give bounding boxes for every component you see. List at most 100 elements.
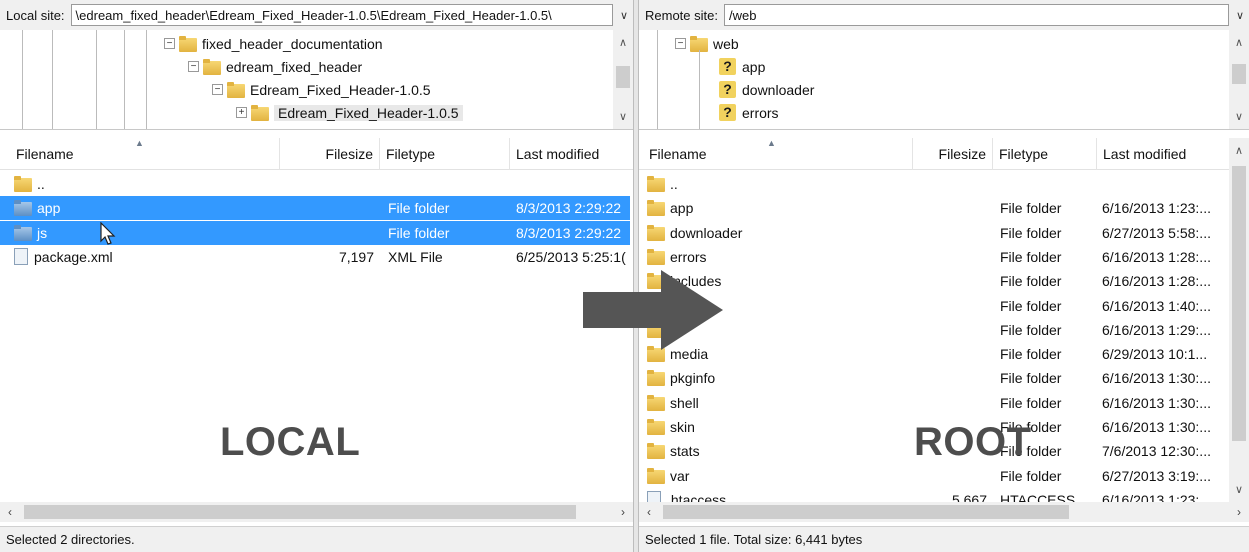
tree-guide-line: [96, 30, 97, 129]
local-tree-scrollbar[interactable]: ∧ ∨: [613, 30, 633, 129]
file-modified-cell: 6/16/2013 1:23:...: [1102, 491, 1211, 503]
file-row[interactable]: includes File folder 6/16/2013 1:28:...: [639, 269, 1229, 293]
folder-icon: [647, 176, 665, 192]
file-name: ..: [37, 176, 45, 192]
file-row[interactable]: shell File folder 6/16/2013 1:30:...: [639, 391, 1229, 415]
column-filesize[interactable]: Filesize: [280, 138, 380, 170]
chevron-down-icon[interactable]: ∨: [1229, 481, 1249, 499]
scroll-thumb[interactable]: [663, 505, 1069, 519]
folder-icon: [647, 224, 665, 241]
tree-item-label: Edream_Fixed_Header-1.0.5: [250, 81, 431, 98]
tree-item-fixed-header-documentation[interactable]: − fixed_header_documentation: [164, 32, 383, 55]
file-type-cell: File folder: [1000, 370, 1062, 387]
file-modified-cell: 6/16/2013 1:23:...: [1102, 200, 1211, 217]
local-overlay-label: LOCAL: [220, 420, 361, 464]
chevron-down-icon[interactable]: ∨: [1231, 9, 1249, 22]
file-row[interactable]: File folder 6/16/2013 1:40:...: [639, 294, 1229, 318]
chevron-left-icon[interactable]: ‹: [0, 502, 20, 522]
file-name-cell: skin: [647, 415, 907, 439]
file-row[interactable]: libFile folder6/16/2013 1:29:...: [639, 318, 1229, 342]
local-site-path-text: \edream_fixed_header\Edream_Fixed_Header…: [75, 7, 552, 23]
file-type-cell: File folder: [1000, 394, 1062, 411]
chevron-down-icon[interactable]: ∨: [615, 9, 633, 22]
folder-icon: [251, 104, 269, 121]
collapse-icon[interactable]: −: [675, 38, 686, 49]
tree-item-downloader[interactable]: ? downloader: [719, 78, 814, 101]
chevron-right-icon[interactable]: ›: [613, 502, 633, 522]
collapse-icon[interactable]: −: [188, 61, 199, 72]
remote-tree-scrollbar[interactable]: ∧ ∨: [1229, 30, 1249, 129]
tree-guide-line: [699, 50, 700, 129]
chevron-down-icon[interactable]: ∨: [1229, 108, 1249, 126]
scroll-thumb[interactable]: [1232, 166, 1246, 441]
tree-item-edream-fixed-header-105-selected[interactable]: + Edream_Fixed_Header-1.0.5: [236, 101, 463, 124]
file-row[interactable]: package.xml 7,197 XML File 6/25/2013 5:25:1…: [0, 245, 630, 269]
question-icon: ?: [719, 81, 736, 98]
chevron-up-icon[interactable]: ∧: [1229, 142, 1249, 160]
remote-site-path-input[interactable]: /web: [723, 4, 1229, 26]
column-last-modified[interactable]: Last modified: [510, 138, 633, 170]
expand-icon[interactable]: +: [236, 107, 247, 118]
tree-item-label: app: [742, 58, 766, 75]
file-row[interactable]: ..: [639, 172, 1229, 196]
file-name: app: [37, 200, 61, 217]
status-text: Selected 1 file. Total size: 6,441 bytes: [645, 532, 863, 547]
file-name-cell: downloader: [647, 221, 907, 245]
scroll-thumb[interactable]: [1232, 64, 1246, 84]
remote-list-scrollbar[interactable]: ∧ ∨: [1229, 138, 1249, 503]
column-filetype[interactable]: Filetype: [380, 138, 510, 170]
remote-list-header: ▲ Filename Filesize Filetype Last modifi…: [639, 138, 1249, 170]
column-last-modified[interactable]: Last modified: [1097, 138, 1227, 170]
tree-item-web[interactable]: − web: [675, 32, 739, 55]
local-horizontal-scrollbar[interactable]: ‹ ›: [0, 502, 633, 522]
file-row[interactable]: js File folder 8/3/2013 2:29:22: [0, 220, 630, 245]
file-name: package.xml: [34, 248, 113, 265]
file-row[interactable]: app File folder 6/16/2013 1:23:...: [639, 196, 1229, 220]
column-filetype[interactable]: Filetype: [993, 138, 1097, 170]
scroll-thumb[interactable]: [24, 505, 576, 519]
chevron-right-icon[interactable]: ›: [1229, 502, 1249, 522]
chevron-up-icon[interactable]: ∧: [613, 34, 633, 52]
remote-overlay-label: ROOT: [914, 420, 1032, 464]
column-filesize[interactable]: Filesize: [913, 138, 993, 170]
collapse-icon[interactable]: −: [164, 38, 175, 49]
file-row[interactable]: .htaccess 5,667 HTACCESS 6/16/2013 1:23:...: [639, 488, 1229, 503]
file-name: app: [670, 200, 694, 217]
tree-item-label: web: [713, 35, 739, 52]
column-filename[interactable]: Filename: [10, 138, 280, 170]
file-type-cell: File folder: [1000, 224, 1062, 241]
column-filename[interactable]: Filename: [643, 138, 913, 170]
file-type-cell: File folder: [1000, 200, 1062, 217]
file-row[interactable]: downloader File folder 6/27/2013 5:58:...: [639, 221, 1229, 245]
collapse-icon[interactable]: −: [212, 84, 223, 95]
folder-icon: [203, 58, 221, 75]
scroll-thumb[interactable]: [616, 66, 630, 88]
tree-guide-line: [657, 30, 658, 129]
file-row[interactable]: ..: [0, 172, 630, 196]
file-row[interactable]: app File folder 8/3/2013 2:29:22: [0, 196, 630, 221]
file-name-cell: var: [647, 464, 907, 488]
tree-item-label: downloader: [742, 81, 815, 98]
tree-guide-line: [22, 30, 23, 129]
file-name: js: [37, 224, 48, 241]
chevron-down-icon[interactable]: ∨: [613, 108, 633, 126]
column-label: Filename: [16, 146, 74, 162]
column-label: Last modified: [516, 146, 600, 162]
local-site-path-input[interactable]: \edream_fixed_header\Edream_Fixed_Header…: [70, 4, 613, 26]
file-modified-cell: 6/16/2013 1:29:...: [1102, 321, 1211, 338]
file-row[interactable]: var File folder 6/27/2013 3:19:...: [639, 464, 1229, 488]
file-row[interactable]: media File folder 6/29/2013 10:1...: [639, 342, 1229, 366]
file-row[interactable]: errors File folder 6/16/2013 1:28:...: [639, 245, 1229, 269]
folder-icon: [647, 370, 665, 387]
tree-item-edream-fixed-header-105[interactable]: − Edream_Fixed_Header-1.0.5: [212, 78, 431, 101]
file-type-cell: File folder: [1000, 248, 1062, 265]
chevron-left-icon[interactable]: ‹: [639, 502, 659, 522]
remote-horizontal-scrollbar[interactable]: ‹ ›: [639, 502, 1249, 522]
file-size-cell: [913, 221, 987, 245]
tree-item-errors[interactable]: ? errors: [719, 101, 779, 124]
tree-item-edream-fixed-header[interactable]: − edream_fixed_header: [188, 55, 362, 78]
tree-item-app[interactable]: ? app: [719, 55, 765, 78]
file-row[interactable]: pkginfo File folder 6/16/2013 1:30:...: [639, 366, 1229, 390]
chevron-up-icon[interactable]: ∧: [1229, 34, 1249, 52]
tree-guide-line: [146, 30, 147, 129]
